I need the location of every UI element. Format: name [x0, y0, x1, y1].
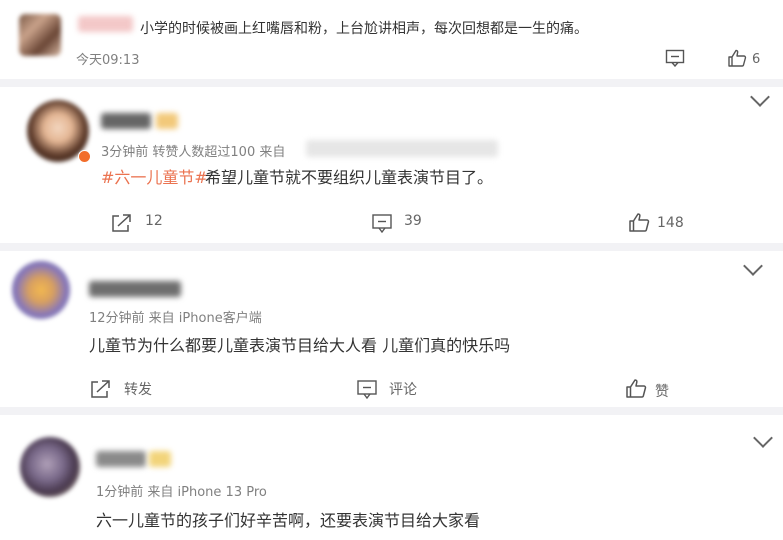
post-body: 六一儿童节的孩子们好辛苦啊，还要表演节目给大家看 [96, 511, 481, 530]
comment-icon[interactable] [356, 379, 378, 399]
divider [0, 407, 783, 415]
comment-icon[interactable] [371, 213, 393, 233]
post-meta: 1分钟前 来自 iPhone 13 Pro [96, 485, 267, 500]
repost-icon[interactable] [111, 213, 133, 233]
like-icon[interactable] [727, 49, 747, 67]
comment-label[interactable]: 评论 [389, 379, 417, 399]
chevron-down-icon[interactable] [753, 428, 773, 448]
hashtag-link[interactable]: #六一儿童节# [101, 164, 208, 188]
user-badge-blurred [149, 451, 171, 467]
username-blurred[interactable] [101, 113, 151, 129]
timestamp: 今天09:13 [76, 53, 140, 68]
username-blurred[interactable] [96, 451, 146, 467]
avatar[interactable] [20, 437, 80, 497]
chevron-down-icon[interactable] [743, 256, 763, 276]
like-label[interactable]: 赞 [655, 381, 669, 401]
post-body: 儿童节为什么都要儿童表演节目给大人看 儿童们真的快乐吗 [89, 336, 511, 355]
like-count: 148 [657, 215, 684, 231]
comment-count: 39 [404, 213, 422, 229]
like-count: 6 [752, 52, 761, 67]
username-blurred[interactable] [78, 16, 133, 32]
post-body: 希望儿童节就不要组织儿童表演节目了。 [205, 168, 494, 187]
post-meta: 12分钟前 来自 iPhone客户端 [89, 311, 262, 326]
repost-count: 12 [145, 213, 163, 229]
source-blurred [306, 140, 498, 157]
post-meta: 3分钟前 转赞人数超过100 来自 [101, 145, 286, 160]
comment-text: 小学的时候被画上红嘴唇和粉，上台尬讲相声，每次回想都是一生的痛。 [140, 21, 588, 37]
username-blurred[interactable] [89, 281, 181, 297]
user-badge-blurred [156, 113, 178, 129]
comment-icon[interactable] [665, 49, 685, 67]
divider [0, 243, 783, 251]
verified-badge [78, 150, 91, 163]
like-icon[interactable] [628, 212, 650, 232]
avatar[interactable] [19, 14, 61, 56]
chevron-down-icon[interactable] [750, 87, 770, 107]
divider [0, 79, 783, 87]
repost-label[interactable]: 转发 [124, 379, 152, 399]
like-icon[interactable] [625, 378, 647, 398]
repost-icon[interactable] [90, 379, 112, 399]
avatar[interactable] [12, 261, 70, 319]
